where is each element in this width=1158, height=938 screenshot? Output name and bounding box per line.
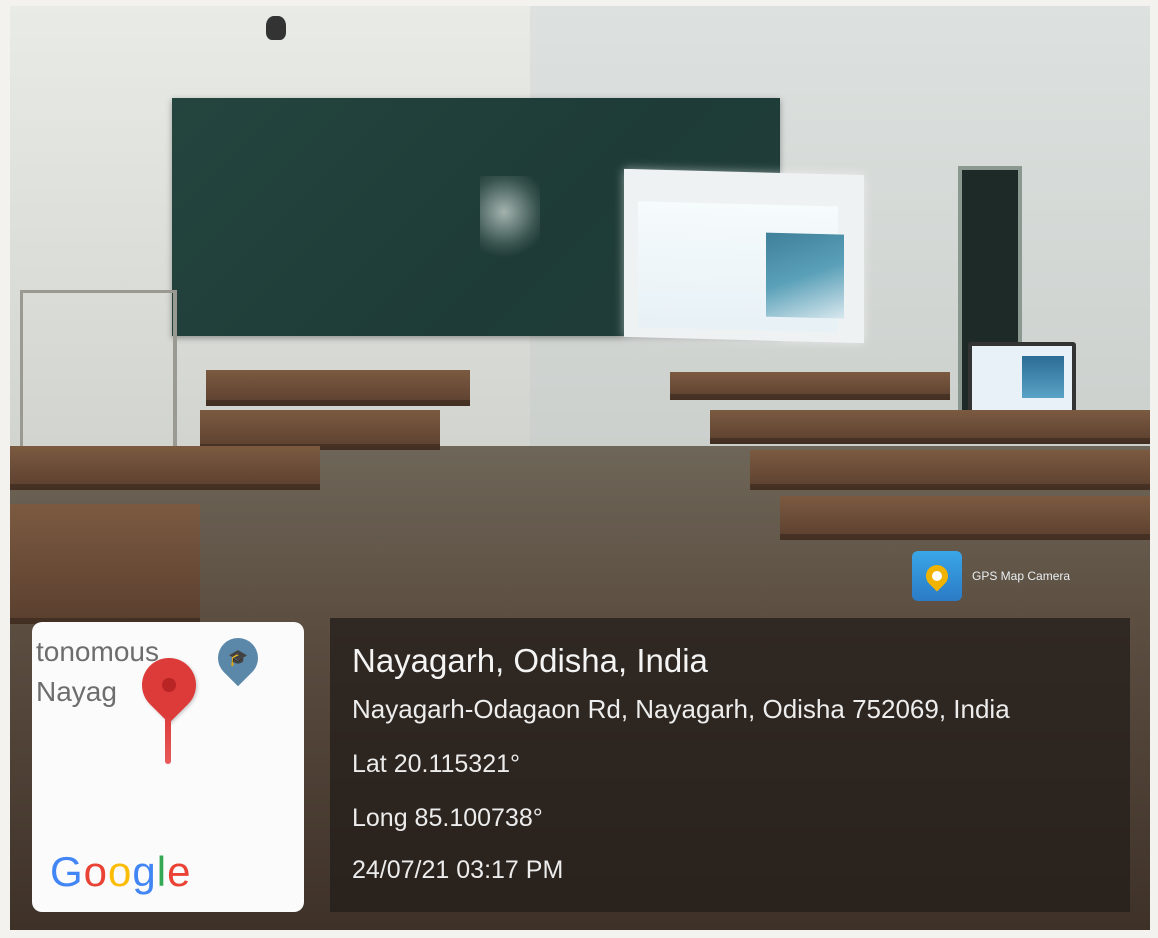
google-logo: Google [50, 848, 192, 895]
app-name: GPS Map Camera [972, 569, 1071, 583]
desk [10, 446, 320, 490]
shelf [20, 290, 177, 456]
location-title: Nayagarh, Odisha, India [352, 642, 708, 679]
desk [206, 370, 470, 406]
gps-map-camera-icon [912, 551, 962, 601]
gps-map-camera-badge: GPS Map Camera [912, 551, 1070, 601]
projected-slide [638, 201, 844, 333]
location-pin-tail [165, 714, 171, 764]
desk [710, 410, 1150, 444]
laptop-screen-image [1022, 356, 1064, 398]
school-pin-icon: 🎓 [209, 629, 267, 687]
chalk-writing [480, 176, 540, 266]
desk [670, 372, 950, 400]
desk [780, 496, 1150, 540]
map-label-line1: tonomous [36, 636, 159, 667]
slide-image [766, 232, 844, 319]
cctv-camera [266, 16, 286, 40]
map-thumbnail: tonomous Nayag 🎓 Google [32, 622, 304, 912]
laptop [968, 342, 1076, 416]
location-address: Nayagarh-Odagaon Rd, Nayagarh, Odisha 75… [352, 694, 1010, 724]
photo-frame: tonomous Nayag 🎓 Google GPS Map Camera N… [0, 0, 1158, 938]
latitude: Lat 20.115321° [352, 750, 521, 778]
desk [750, 450, 1150, 490]
desk [10, 504, 200, 624]
projector-screen [624, 168, 864, 344]
map-label-line2: Nayag [36, 676, 117, 707]
longitude: Long 85.100738° [352, 804, 543, 832]
desk [200, 410, 440, 450]
timestamp: 24/07/21 03:17 PM [352, 856, 564, 884]
location-overlay: Nayagarh, Odisha, India Nayagarh-Odagaon… [330, 618, 1130, 912]
